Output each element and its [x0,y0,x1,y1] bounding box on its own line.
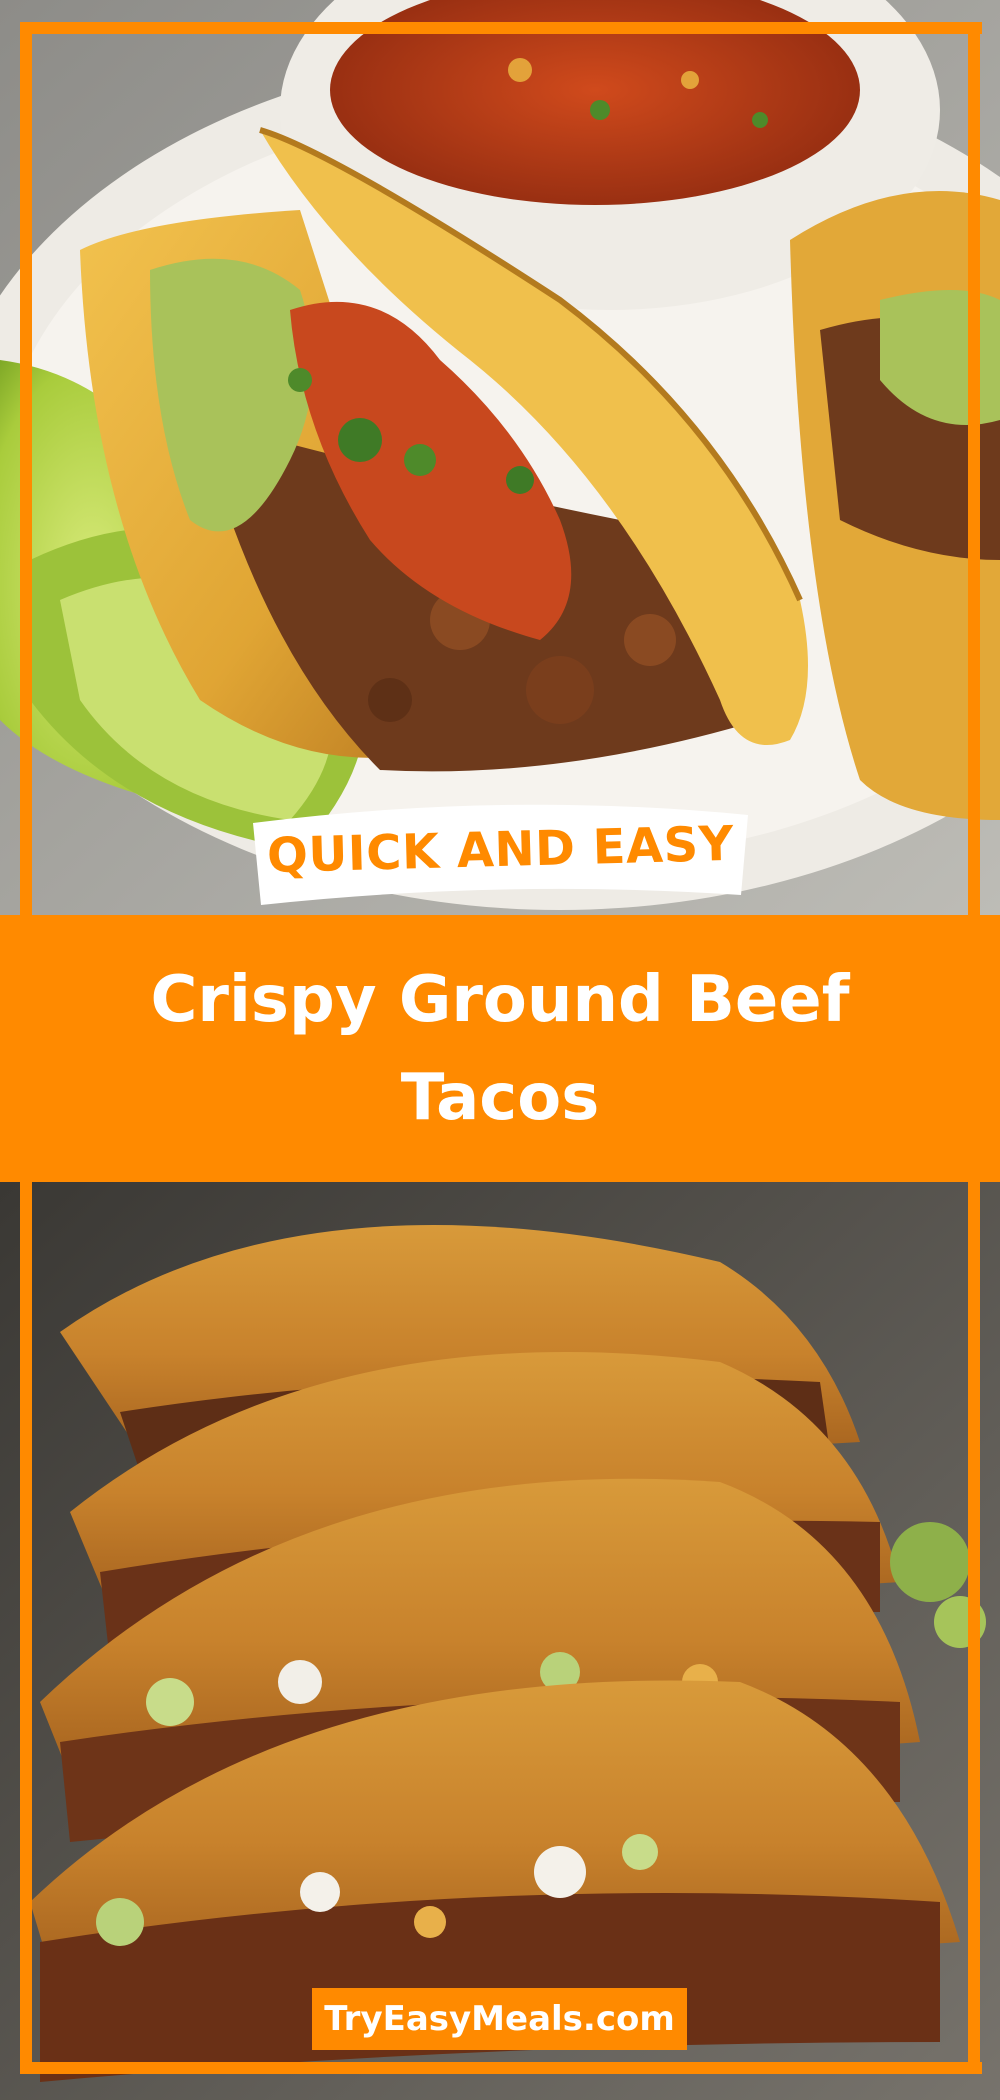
bottom-photo [0,1182,1000,2100]
frame-bottom-line [20,2062,982,2074]
frame-top-line [20,22,982,34]
frame-right-line-top [968,22,980,915]
recipe-title: Crispy Ground Beef Tacos [150,962,850,1135]
bottom-photo-illustration [0,1182,1000,2100]
top-photo [0,0,1000,915]
top-photo-illustration [0,0,1000,915]
site-link[interactable]: TryEasyMeals.com [312,1988,687,2050]
quick-easy-badge: QUICK AND EASY [243,795,758,915]
title-band: Crispy Ground Beef Tacos [0,915,1000,1182]
badge-label: QUICK AND EASY [266,815,735,885]
frame-left-line-top [20,22,32,915]
frame-right-line-bottom [968,1182,980,2074]
frame-left-line-bottom [20,1182,32,2074]
